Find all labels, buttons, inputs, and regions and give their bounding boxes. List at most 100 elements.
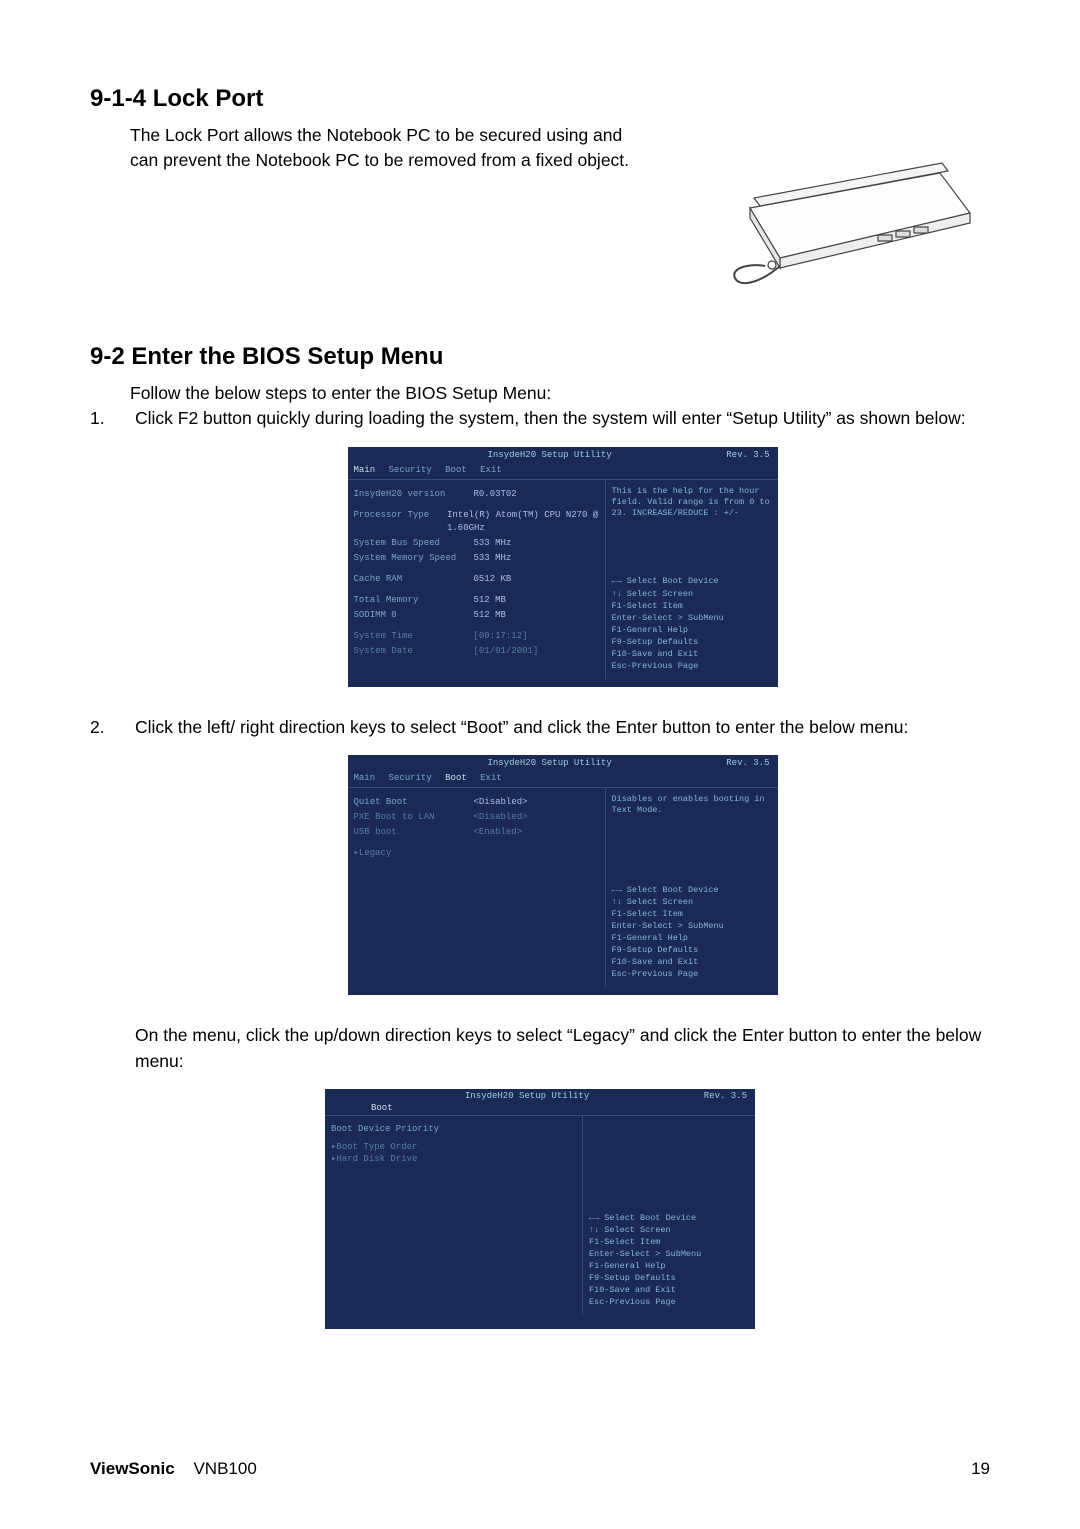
page-footer: ViewSonic VNB100 19: [90, 1459, 990, 1479]
bios-field-label: SODIMM 0: [354, 609, 474, 622]
bios-help-key: Esc-Previous Page: [612, 969, 772, 980]
bios-rev: Rev. 3.5: [726, 449, 769, 462]
page-number: 19: [971, 1459, 990, 1479]
bios-steps-list: 1. Click F2 button quickly during loadin…: [90, 406, 990, 1013]
bios-field-label: ▸Hard Disk Drive: [331, 1154, 451, 1164]
bios-tab: Boot: [371, 1103, 393, 1113]
bios-field-value: <Enabled>: [474, 826, 523, 839]
bios-help-panel: Disables or enables booting in Text Mode…: [605, 787, 778, 987]
bios-field-value: <Disabled>: [474, 796, 528, 809]
bios-field-value: Intel(R) Atom(TM) CPU N270 @ 1.60GHz: [447, 509, 599, 535]
bios-help-key: F1-General Help: [612, 625, 772, 636]
bios-field-value: 512 MB: [474, 594, 506, 607]
bios-help-key: F10-Save and Exit: [589, 1285, 749, 1296]
step-number: 1.: [90, 406, 135, 704]
bios-intro: Follow the below steps to enter the BIOS…: [90, 381, 990, 406]
bios-tab: Exit: [480, 773, 502, 783]
bios-tab: Main: [354, 465, 376, 475]
bios-help-key: Esc-Previous Page: [589, 1297, 749, 1308]
bios-help-key: F1-General Help: [589, 1261, 749, 1272]
bios-field-label: System Bus Speed: [354, 537, 474, 550]
bios-left-panel: Boot Device Priority ▸Boot Type Order ▸H…: [325, 1115, 582, 1315]
bios-field-value: R0.03T02: [474, 488, 517, 501]
bios-tab: Boot: [445, 773, 467, 783]
bios-help-key: ↑↓ Select Screen: [612, 897, 772, 908]
bios-help-key: Enter-Select > SubMenu: [589, 1249, 749, 1260]
bios-help-key: F1-Select Item: [612, 909, 772, 920]
bios-tabs: Main Security Boot Exit: [348, 462, 778, 479]
bios-help-key: Enter-Select > SubMenu: [612, 921, 772, 932]
bios-help-text: Disables or enables booting in Text Mode…: [612, 794, 772, 816]
bios-title: InsydeH20 Setup Utility: [488, 449, 612, 462]
bios-field-label: Processor Type: [354, 509, 448, 535]
bios-help-key: ↑↓ Select Screen: [589, 1225, 749, 1236]
bios-help-panel: This is the help for the hour field. Val…: [605, 479, 778, 679]
bios-help-key: F9-Setup Defaults: [612, 637, 772, 648]
bios-left-panel: InsydeH20 versionR0.03T02 Processor Type…: [348, 479, 605, 679]
step-item: 2. Click the left/ right direction keys …: [90, 715, 990, 1013]
bios-help-key: F1-Select Item: [589, 1237, 749, 1248]
bios-screenshot-legacy: InsydeH20 Setup Utility Rev. 3.5 Boot Bo…: [325, 1089, 755, 1329]
bios-help-key: ←→ Select Boot Device: [612, 576, 772, 587]
bios-help-text: This is the help for the hour field. Val…: [612, 486, 772, 519]
bios-help-keys: ←→ Select Boot Device ↑↓ Select Screen F…: [612, 576, 772, 672]
step-number: 2.: [90, 715, 135, 1013]
bios-field-value: 512 MB: [474, 609, 506, 622]
bios-field-value: 533 MHz: [474, 537, 512, 550]
bios-screenshot-main: InsydeH20 Setup Utility Rev. 3.5 Main Se…: [348, 447, 778, 687]
bios-field-label: System Time: [354, 630, 474, 643]
bios-help-keys: ←→ Select Boot Device ↑↓ Select Screen F…: [612, 885, 772, 981]
bios-field-label: Cache RAM: [354, 573, 474, 586]
bios-title: InsydeH20 Setup Utility: [465, 1091, 589, 1101]
bios-tab: Security: [389, 773, 432, 783]
bios-field-value: [00:17:12]: [474, 630, 528, 643]
bios-field-label: Quiet Boot: [354, 796, 474, 809]
bios-tabs: Boot: [325, 1101, 755, 1115]
bios-field-label: System Memory Speed: [354, 552, 474, 565]
document-page: 9-1-4 Lock Port The Lock Port allows the…: [0, 0, 1080, 1529]
bios-screenshot-boot: InsydeH20 Setup Utility Rev. 3.5 Main Se…: [348, 755, 778, 995]
bios-heading-row: Boot Device Priority: [331, 1124, 439, 1134]
bios-rev: Rev. 3.5: [704, 1091, 747, 1101]
bios-tab: Main: [354, 773, 376, 783]
bios-title: InsydeH20 Setup Utility: [488, 757, 612, 770]
bios-help-key: Esc-Previous Page: [612, 661, 772, 672]
bios-field-label: System Date: [354, 645, 474, 658]
bios-help-panel: ←→ Select Boot Device ↑↓ Select Screen F…: [582, 1115, 755, 1315]
footer-model: VNB100: [193, 1459, 256, 1478]
footer-brand: ViewSonic: [90, 1459, 175, 1478]
step-text: Click F2 button quickly during loading t…: [135, 406, 990, 431]
bios-help-key: F9-Setup Defaults: [589, 1273, 749, 1284]
bios-help-keys: ←→ Select Boot Device ↑↓ Select Screen F…: [589, 1213, 749, 1309]
bios-field-value: 533 MHz: [474, 552, 512, 565]
lock-port-paragraph: The Lock Port allows the Notebook PC to …: [90, 123, 630, 174]
bios-help-key: ↑↓ Select Screen: [612, 589, 772, 600]
bios-help-key: F1-Select Item: [612, 601, 772, 612]
heading-bios-setup: 9-2 Enter the BIOS Setup Menu: [90, 343, 990, 371]
bios-tabs: Main Security Boot Exit: [348, 770, 778, 787]
bios-tab: Exit: [480, 465, 502, 475]
heading-lock-port: 9-1-4 Lock Port: [90, 85, 990, 113]
bios-field-label: Total Memory: [354, 594, 474, 607]
bios-left-panel: Quiet Boot<Disabled> PXE Boot to LAN<Dis…: [348, 787, 605, 987]
step-item: 1. Click F2 button quickly during loadin…: [90, 406, 990, 704]
bios-help-key: ←→ Select Boot Device: [589, 1213, 749, 1224]
bios-tab: Boot: [445, 465, 467, 475]
bios-help-key: F10-Save and Exit: [612, 957, 772, 968]
bios-rev: Rev. 3.5: [726, 757, 769, 770]
bios-field-label: USB boot: [354, 826, 474, 839]
bios-help-key: F10-Save and Exit: [612, 649, 772, 660]
bios-help-key: F1-General Help: [612, 933, 772, 944]
bios-field-value: [01/01/2001]: [474, 645, 539, 658]
bios-field-label: PXE Boot to LAN: [354, 811, 474, 824]
bios-help-key: ←→ Select Boot Device: [612, 885, 772, 896]
bios-field-label: ▸Boot Type Order: [331, 1142, 451, 1152]
bios-field-value: <Disabled>: [474, 811, 528, 824]
laptop-lock-illustration: [710, 118, 990, 308]
bios-field-label: InsydeH20 version: [354, 488, 474, 501]
legacy-instruction: On the menu, click the up/down direction…: [90, 1023, 990, 1074]
bios-tab: Security: [389, 465, 432, 475]
bios-field-value: 0512 KB: [474, 573, 512, 586]
bios-field-label: ▸Legacy: [354, 847, 474, 860]
step-text: Click the left/ right direction keys to …: [135, 715, 990, 740]
